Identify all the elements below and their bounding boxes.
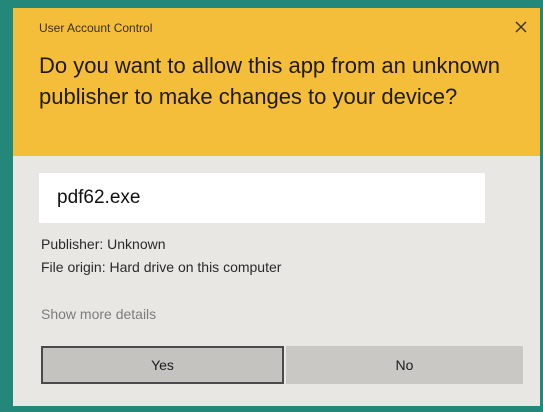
dialog-title: User Account Control: [39, 21, 153, 35]
file-origin-text: File origin: Hard drive on this computer: [41, 259, 282, 275]
app-name-box: pdf62.exe: [39, 173, 485, 223]
publisher-text: Publisher: Unknown: [41, 236, 166, 252]
desktop-background: User Account Control Do you want to allo…: [0, 0, 543, 412]
uac-dialog: User Account Control Do you want to allo…: [13, 8, 540, 406]
show-more-details-link[interactable]: Show more details: [41, 306, 156, 322]
close-button[interactable]: [510, 16, 532, 38]
yes-button[interactable]: Yes: [41, 346, 284, 384]
no-button[interactable]: No: [286, 346, 523, 384]
app-name: pdf62.exe: [57, 187, 141, 208]
dialog-header: User Account Control Do you want to allo…: [13, 8, 540, 156]
close-icon: [515, 21, 527, 33]
dialog-question: Do you want to allow this app from an un…: [39, 53, 501, 109]
